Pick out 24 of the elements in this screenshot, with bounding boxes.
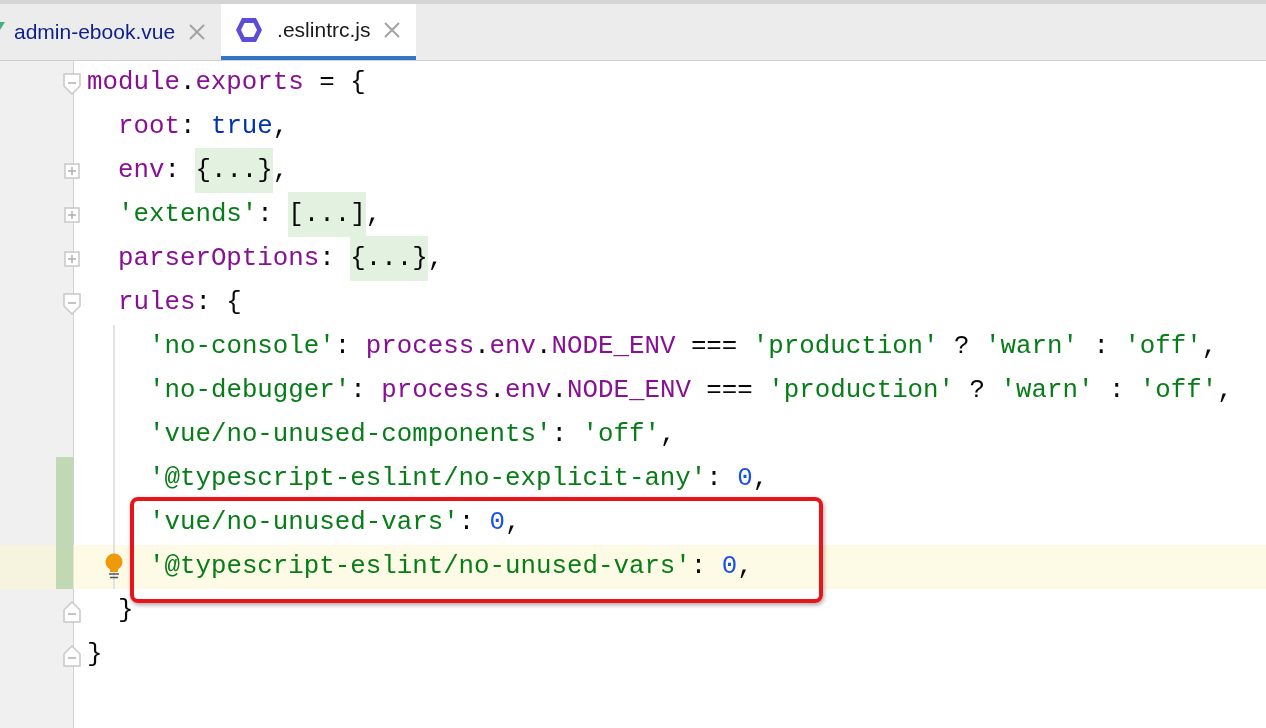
code-line: } bbox=[118, 594, 134, 627]
code-line: 'vue/no-unused-vars': 0, bbox=[149, 506, 521, 539]
vue-file-icon bbox=[0, 22, 5, 30]
collapse-icon[interactable] bbox=[63, 645, 81, 667]
code-line: parserOptions: {...}, bbox=[118, 239, 444, 279]
code-line: module.exports = { bbox=[87, 66, 366, 99]
collapse-icon[interactable] bbox=[63, 601, 81, 623]
code-line: 'no-console': process.env.NODE_ENV === 'production' ? 'warn' : 'off', bbox=[149, 330, 1218, 363]
hexagon-icon bbox=[235, 17, 264, 43]
close-icon[interactable] bbox=[384, 22, 401, 38]
code-line: } bbox=[87, 638, 103, 671]
editor-tab[interactable]: .eslintrc.js bbox=[221, 4, 417, 60]
lightbulb-icon[interactable] bbox=[103, 553, 125, 579]
code-line: '@typescript-eslint/no-unused-vars': 0, bbox=[149, 550, 753, 583]
code-line: '@typescript-eslint/no-explicit-any': 0, bbox=[149, 462, 769, 495]
code-line: 'vue/no-unused-components': 'off', bbox=[149, 418, 676, 451]
close-icon[interactable] bbox=[189, 24, 206, 40]
code-line: root: true, bbox=[118, 110, 289, 143]
code-line: 'no-debugger': process.env.NODE_ENV === 'production' ? 'warn' : 'off', bbox=[149, 374, 1233, 407]
code-line: 'extends': [...], bbox=[118, 195, 382, 235]
code-line: rules: { bbox=[118, 286, 242, 319]
collapse-icon[interactable] bbox=[63, 73, 81, 95]
editor-tab[interactable]: admin-ebook.vue bbox=[0, 4, 222, 60]
collapse-icon[interactable] bbox=[63, 293, 81, 315]
